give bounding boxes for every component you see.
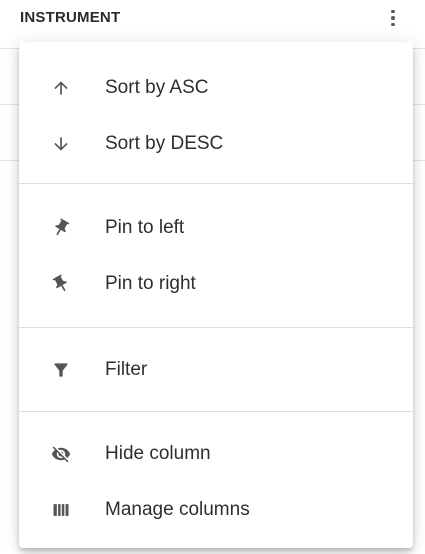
menu-item-sort-desc[interactable]: Sort by DESC [19,116,413,172]
menu-item-manage-columns[interactable]: Manage columns [19,482,413,538]
menu-item-label: Sort by ASC [105,77,209,98]
menu-item-label: Hide column [105,443,211,464]
column-menu: Sort by ASC Sort by DESC Pin to left Pin… [19,42,413,548]
more-vert-icon[interactable] [382,5,404,31]
menu-item-filter[interactable]: Filter [19,342,413,398]
menu-item-hide-column[interactable]: Hide column [19,426,413,482]
menu-item-label: Sort by DESC [105,133,224,154]
menu-divider [19,411,413,412]
grid-line [0,104,19,105]
menu-divider [19,183,413,184]
menu-item-sort-asc[interactable]: Sort by ASC [19,60,413,116]
menu-item-label: Filter [105,359,148,380]
grid-line [413,104,425,105]
menu-item-label: Manage columns [105,499,250,520]
menu-item-pin-right[interactable]: Pin to right [19,256,413,312]
arrow-down-icon [51,134,71,154]
column-title: INSTRUMENT [20,9,121,26]
visibility-off-icon [51,444,71,464]
menu-item-label: Pin to right [105,273,196,294]
menu-divider [19,327,413,328]
push-pin-right-icon [51,274,71,294]
grid-line [0,160,19,161]
menu-item-pin-left[interactable]: Pin to left [19,200,413,256]
column-menu-screen: INSTRUMENT Sort by ASC Sort by DESC Pin [0,0,425,554]
view-column-icon [51,500,71,520]
arrow-up-icon [51,78,71,98]
column-header[interactable]: INSTRUMENT [0,0,425,40]
grid-line [413,160,425,161]
grid-line [0,48,19,49]
filter-icon [51,360,71,380]
push-pin-left-icon [51,218,71,238]
grid-line [413,48,425,49]
menu-item-label: Pin to left [105,217,185,238]
